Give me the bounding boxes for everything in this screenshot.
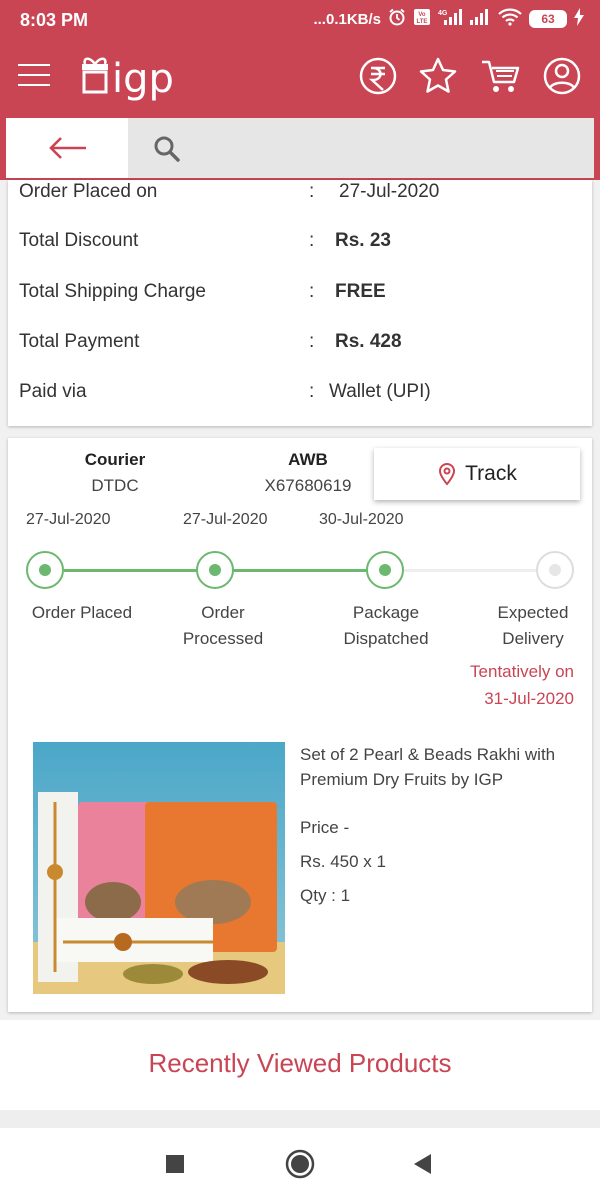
- status-bar: 8:03 PM ...0.1KB/s Vo LTE 4G 63: [0, 0, 600, 40]
- stage-text: Dispatched: [343, 629, 429, 648]
- product-name-line: Premium Dry Fruits by IGP: [300, 770, 504, 789]
- svg-text:Vo: Vo: [418, 12, 426, 18]
- shipping-label: Total Shipping Charge: [19, 281, 206, 302]
- recents-icon[interactable]: [165, 1154, 185, 1179]
- network-speed: ...0.1KB/s: [313, 10, 381, 28]
- courier-info: Courier DTDC: [65, 450, 165, 496]
- discount-row: Total Discount : Rs. 23: [19, 230, 579, 260]
- price-value: Rs. 450 x 1: [300, 852, 386, 871]
- quantity: Qty : 1: [300, 886, 351, 905]
- order-date-label: Order Placed on: [19, 181, 158, 202]
- recently-viewed-title: Recently Viewed Products: [148, 1048, 452, 1078]
- stage-text: Order Placed: [31, 603, 133, 622]
- paid-via-label: Paid via: [19, 381, 87, 402]
- payment-row: Total Payment : Rs. 428: [19, 331, 579, 361]
- progress-line-2: [232, 569, 374, 572]
- alarm-icon: [388, 8, 406, 30]
- discount-label: Total Discount: [19, 230, 139, 251]
- divider: [0, 1110, 600, 1128]
- paid-via-row: Paid via : Wallet (UPI): [19, 381, 579, 411]
- shipping-value: FREE: [335, 281, 386, 302]
- discount-value: Rs. 23: [335, 230, 391, 251]
- colon: :: [309, 281, 315, 302]
- igp-logo[interactable]: igp: [80, 50, 180, 102]
- signal-icon: [469, 8, 491, 30]
- awb-value: X67680619: [264, 476, 352, 495]
- order-summary-card: Order Placed on : 27-Jul-2020 Total Disc…: [8, 180, 592, 426]
- tentative-delivery: Tentatively on 31-Jul-2020: [470, 658, 574, 712]
- stage-node-dispatched: [366, 551, 404, 589]
- stage-node-expected: [536, 551, 574, 589]
- order-placed-date: 27-Jul-2020: [26, 511, 111, 528]
- battery-icon: 63: [529, 10, 567, 28]
- app-header: 8:03 PM ...0.1KB/s Vo LTE 4G 63 igp: [0, 0, 600, 180]
- payment-value: Rs. 428: [335, 331, 402, 352]
- stage-label-processed: Order Processed: [163, 600, 283, 652]
- back-button[interactable]: [6, 118, 128, 178]
- colon: :: [309, 230, 315, 251]
- home-icon[interactable]: [285, 1149, 315, 1184]
- location-pin-icon: [439, 462, 456, 486]
- svg-text:LTE: LTE: [417, 19, 428, 25]
- paid-via-value: Wallet (UPI): [329, 381, 431, 402]
- charging-icon: [574, 8, 584, 30]
- menu-icon[interactable]: [18, 64, 50, 88]
- awb-label: AWB: [288, 450, 328, 469]
- volte-icon: Vo LTE: [413, 8, 431, 30]
- stage-text: Processed: [182, 629, 264, 648]
- svg-text:4G: 4G: [438, 10, 448, 17]
- stage-label-expected: Expected Delivery: [478, 600, 588, 652]
- product-name-line: Set of 2 Pearl & Beads Rakhi with: [300, 745, 556, 764]
- progress-line-1: [64, 569, 204, 572]
- signal-4g-icon: 4G: [438, 8, 462, 30]
- payment-label: Total Payment: [19, 331, 140, 352]
- awb-info: AWB X67680619: [238, 450, 378, 496]
- search-bar[interactable]: [6, 118, 594, 178]
- back-arrow-icon: [49, 137, 86, 159]
- dispatched-date: 30-Jul-2020: [319, 511, 404, 528]
- stage-text: Package: [352, 603, 420, 622]
- product-name[interactable]: Set of 2 Pearl & Beads Rakhi with Premiu…: [300, 742, 555, 792]
- account-icon[interactable]: [542, 56, 582, 96]
- colon: :: [309, 331, 315, 352]
- tentative-date: 31-Jul-2020: [484, 689, 574, 708]
- price-label: Price -: [300, 818, 350, 837]
- wifi-icon: [498, 8, 522, 30]
- rupee-icon[interactable]: [358, 56, 398, 96]
- stage-text: Expected: [497, 603, 569, 622]
- stage-label-dispatched: Package Dispatched: [326, 600, 446, 652]
- status-time: 8:03 PM: [20, 10, 89, 30]
- product-image[interactable]: [33, 742, 285, 994]
- courier-label: Courier: [84, 450, 146, 469]
- order-processed-date: 27-Jul-2020: [183, 511, 268, 528]
- track-button[interactable]: Track: [374, 448, 580, 500]
- back-nav-icon[interactable]: [412, 1153, 432, 1180]
- stage-text: Delivery: [502, 629, 564, 648]
- star-icon[interactable]: [418, 56, 458, 96]
- tentative-label: Tentatively on: [470, 662, 574, 681]
- colon: :: [309, 381, 315, 402]
- track-label: Track: [465, 462, 517, 485]
- app-bar: igp: [0, 40, 600, 116]
- search-icon[interactable]: [152, 134, 182, 169]
- courier-value: DTDC: [91, 476, 139, 495]
- progress-line-3: [402, 569, 536, 572]
- svg-text:igp: igp: [112, 56, 174, 102]
- cart-icon[interactable]: [480, 56, 520, 96]
- recently-viewed-section: Recently Viewed Products: [0, 1020, 600, 1110]
- order-date-row: Order Placed on : 27-Jul-2020: [19, 181, 579, 211]
- status-icons: ...0.1KB/s Vo LTE 4G 63: [313, 8, 584, 30]
- colon: :: [309, 181, 315, 202]
- shipping-row: Total Shipping Charge : FREE: [19, 281, 579, 311]
- shipment-card: Courier DTDC AWB X67680619 Track 27-Jul-…: [8, 438, 592, 1012]
- stage-text: Order: [201, 603, 245, 622]
- stage-node-placed: [26, 551, 64, 589]
- order-date-value: 27-Jul-2020: [339, 181, 440, 202]
- stage-label-placed: Order Placed: [12, 600, 152, 626]
- stage-node-processed: [196, 551, 234, 589]
- system-nav-bar: [0, 1128, 600, 1200]
